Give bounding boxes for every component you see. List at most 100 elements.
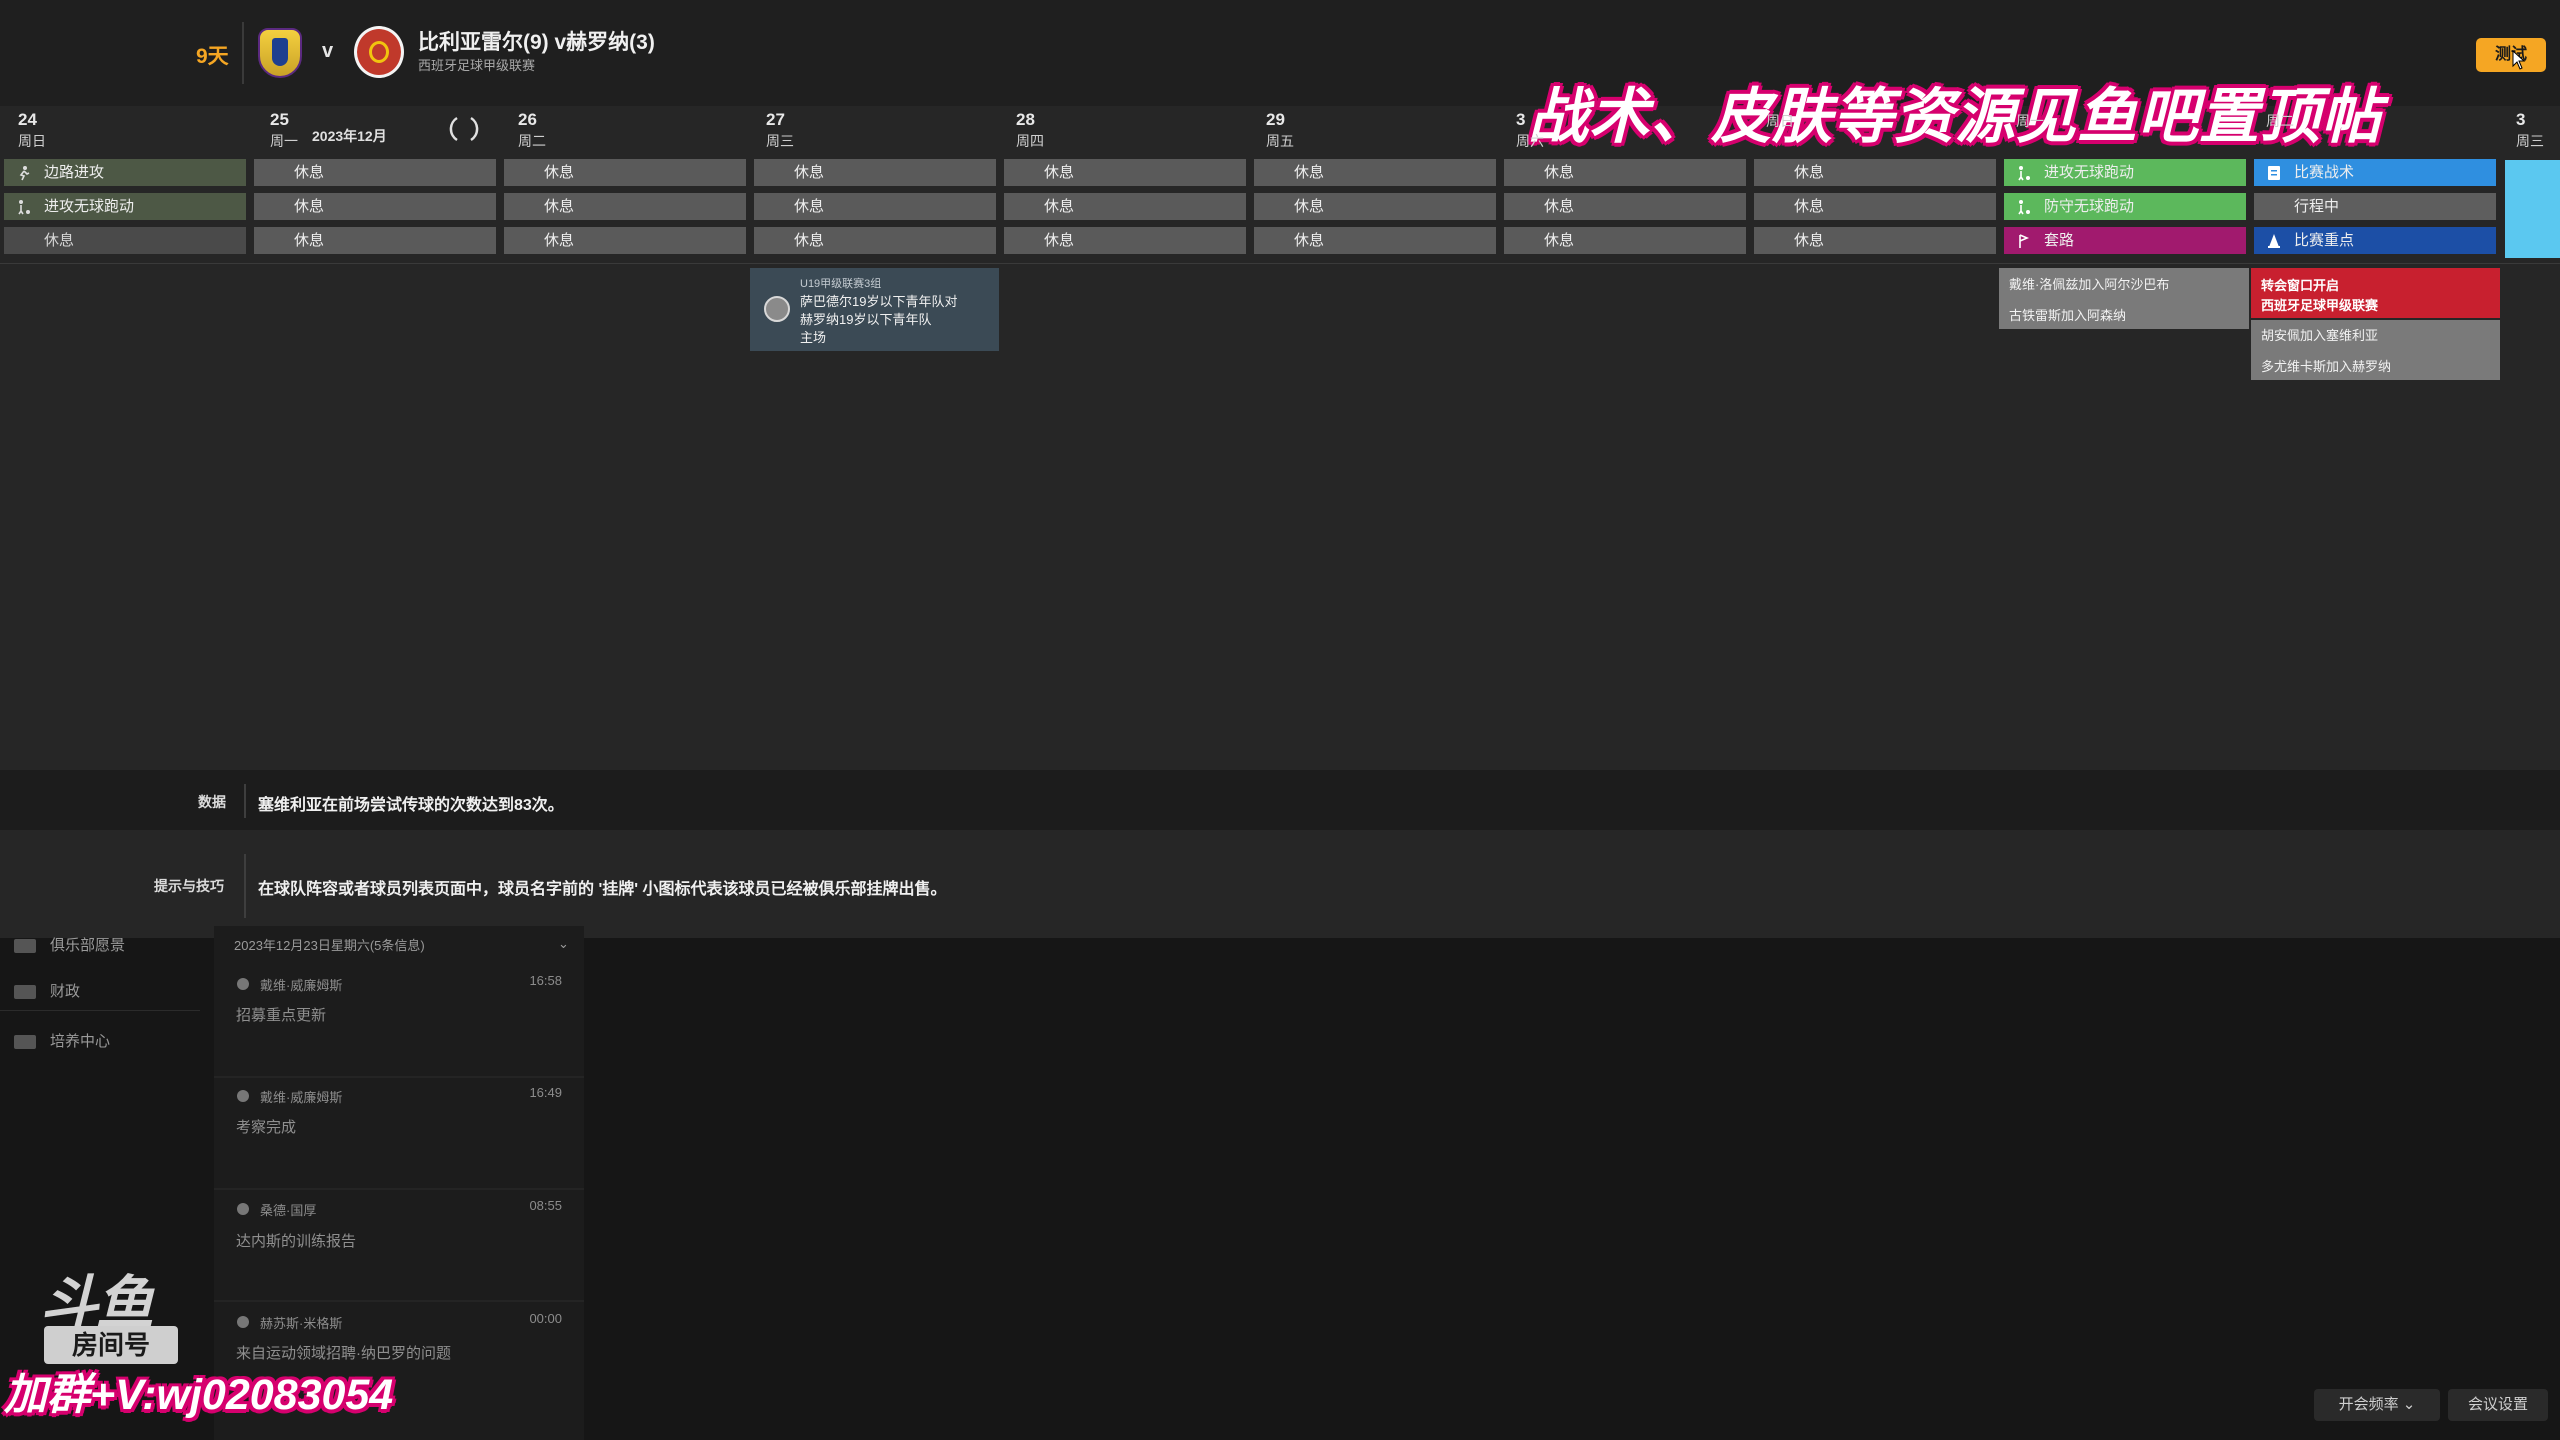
message-time: 08:55 (529, 1198, 562, 1213)
travelling-session[interactable]: 行程中 (2254, 193, 2496, 220)
training-session-rest[interactable]: 休息 (4, 227, 246, 254)
tactics-board-icon (2268, 166, 2280, 180)
message-sender: 戴维·威廉姆斯 (260, 978, 343, 993)
days-until-match: 9天 (196, 45, 229, 68)
divider (214, 1076, 584, 1078)
training-session-rest[interactable]: 休息 (754, 159, 996, 186)
divider (242, 22, 244, 84)
meeting-frequency-dropdown[interactable]: 开会频率 ⌄ (2314, 1389, 2440, 1421)
player-movement-icon (18, 200, 30, 215)
training-session-attacking-movement[interactable]: 进攻无球跑动 (2004, 159, 2246, 186)
training-session-rest[interactable]: 休息 (1504, 227, 1746, 254)
training-session-rest[interactable]: 休息 (1254, 193, 1496, 220)
training-session-attacking-movement[interactable]: 进攻无球跑动 (4, 193, 246, 220)
training-session-rest[interactable]: 休息 (1754, 159, 1996, 186)
player-movement-icon (2018, 200, 2030, 215)
mouse-cursor-icon (2512, 50, 2526, 70)
transfer-window-card[interactable]: 转会窗口开启 西班牙足球甲级联赛 (2251, 268, 2500, 318)
vision-icon (14, 939, 36, 954)
trend-icon (14, 1035, 36, 1050)
training-session-rest[interactable]: 休息 (1504, 193, 1746, 220)
training-session-rest[interactable]: 休息 (754, 193, 996, 220)
training-session-rest[interactable]: 休息 (254, 159, 496, 186)
news-card[interactable]: 戴维·洛佩兹加入阿尔沙巴布 古铁雷斯加入阿森纳 (1999, 268, 2249, 329)
day-header: 3 周六 (1516, 110, 1544, 149)
divider (244, 854, 246, 918)
sidebar-item-development-centre[interactable]: 培养中心 (14, 1030, 110, 1051)
training-session-rest[interactable]: 休息 (1004, 193, 1246, 220)
training-session-rest[interactable]: 休息 (1004, 159, 1246, 186)
cone-icon (2268, 234, 2280, 248)
meeting-settings-button[interactable]: 会议设置 (2448, 1389, 2548, 1421)
message-subject[interactable]: 达内斯的训练报告 (236, 1230, 356, 1251)
training-session-rest[interactable]: 休息 (504, 193, 746, 220)
corner-flag-icon (2019, 234, 2030, 248)
day-header: 周日 (1766, 113, 1794, 129)
continue-button[interactable]: 测试 (2476, 38, 2546, 72)
u19-venue: 主场 (800, 330, 827, 345)
match-focus-session[interactable]: 比赛重点 (2254, 227, 2496, 254)
sidebar-item-finances[interactable]: 财政 (14, 980, 80, 1001)
training-session-rest[interactable]: 休息 (504, 159, 746, 186)
message-sender: 戴维·威廉姆斯 (260, 1090, 343, 1105)
training-session-rest[interactable]: 休息 (1254, 159, 1496, 186)
divider (0, 263, 2560, 264)
day-header: 3 周三 (2516, 110, 2544, 149)
match-tactics-session[interactable]: 比赛战术 (2254, 159, 2496, 186)
training-session-rest[interactable]: 休息 (1504, 159, 1746, 186)
training-session-rest[interactable]: 休息 (1004, 227, 1246, 254)
transfer-window-league: 西班牙足球甲级联赛 (2261, 298, 2379, 313)
away-club-crest-icon[interactable] (354, 26, 404, 78)
home-club-crest-icon[interactable] (258, 28, 302, 78)
training-session-rest[interactable]: 休息 (1254, 227, 1496, 254)
news-item[interactable]: 多尤维卡斯加入赫罗纳 (2261, 356, 2391, 375)
training-session-defending-movement[interactable]: 防守无球跑动 (2004, 193, 2246, 220)
data-strip-label: 数据 (198, 794, 226, 810)
user-icon (237, 978, 249, 990)
u19-fixture-line: 萨巴德尔19岁以下青年队对 (800, 294, 958, 309)
message-time: 00:00 (529, 1311, 562, 1326)
training-session-rest[interactable]: 休息 (254, 227, 496, 254)
u19-fixture-card[interactable]: U19甲级联赛3组 萨巴德尔19岁以下青年队对 赫罗纳19岁以下青年队 主场 (750, 268, 999, 351)
training-session-attacking-wings[interactable]: 边路进攻 (4, 159, 246, 186)
transfer-window-title: 转会窗口开启 (2261, 278, 2340, 293)
message-subject[interactable]: 考察完成 (236, 1116, 296, 1137)
news-card[interactable]: 胡安佩加入塞维利亚 多尤维卡斯加入赫罗纳 (2251, 320, 2500, 380)
next-match-title[interactable]: 比利亚雷尔(9) v赫罗纳(3) (418, 26, 655, 56)
day-header: 27 周三 (766, 110, 794, 149)
tips-strip-text: 在球队阵容或者球员列表页面中，球员名字前的 '挂牌' 小图标代表该球员已经被俱乐… (258, 881, 947, 898)
running-icon (19, 166, 30, 181)
message-sender: 桑德·国厚 (260, 1203, 317, 1218)
news-item[interactable]: 戴维·洛佩兹加入阿尔沙巴布 (2009, 274, 2169, 293)
training-session-rest[interactable]: 休息 (1754, 227, 1996, 254)
day-header: 28 周四 (1016, 110, 1044, 149)
training-session-rest[interactable]: 休息 (254, 193, 496, 220)
training-session-set-pieces[interactable]: 套路 (2004, 227, 2246, 254)
day-header: 26 周二 (518, 110, 546, 149)
month-label: 2023年12月 (312, 128, 387, 144)
training-session-rest[interactable]: 休息 (754, 227, 996, 254)
user-icon (237, 1090, 249, 1102)
user-icon (237, 1316, 249, 1328)
training-session-rest[interactable]: 休息 (504, 227, 746, 254)
inbox-date-group[interactable]: 2023年12月23日星期六(5条信息) (234, 935, 425, 954)
user-icon (237, 1203, 249, 1215)
sidebar-item-club-vision[interactable]: 俱乐部愿景 (14, 934, 125, 955)
u19-competition: U19甲级联赛3组 (800, 278, 882, 290)
data-strip-text: 塞维利亚在前场尝试传球的次数达到83次。 (258, 797, 564, 814)
finance-icon (14, 985, 36, 1000)
news-item[interactable]: 胡安佩加入塞维利亚 (2261, 325, 2378, 344)
chevron-down-icon[interactable]: ⌄ (558, 936, 569, 952)
message-subject[interactable]: 招募重点更新 (236, 1004, 326, 1025)
divider (214, 1188, 584, 1190)
day-header: 周二 (2266, 113, 2294, 129)
refresh-icon[interactable] (447, 112, 481, 146)
news-item[interactable]: 古铁雷斯加入阿森纳 (2009, 305, 2126, 324)
chevron-down-icon: ⌄ (2402, 1396, 2416, 1413)
stream-room-label: 房间号 (44, 1326, 178, 1364)
divider (0, 1010, 200, 1011)
training-session-rest[interactable]: 休息 (1754, 193, 1996, 220)
match-day-cell[interactable] (2505, 160, 2560, 258)
day-header: 周一 (2016, 113, 2044, 129)
vs-label: v (322, 40, 334, 62)
